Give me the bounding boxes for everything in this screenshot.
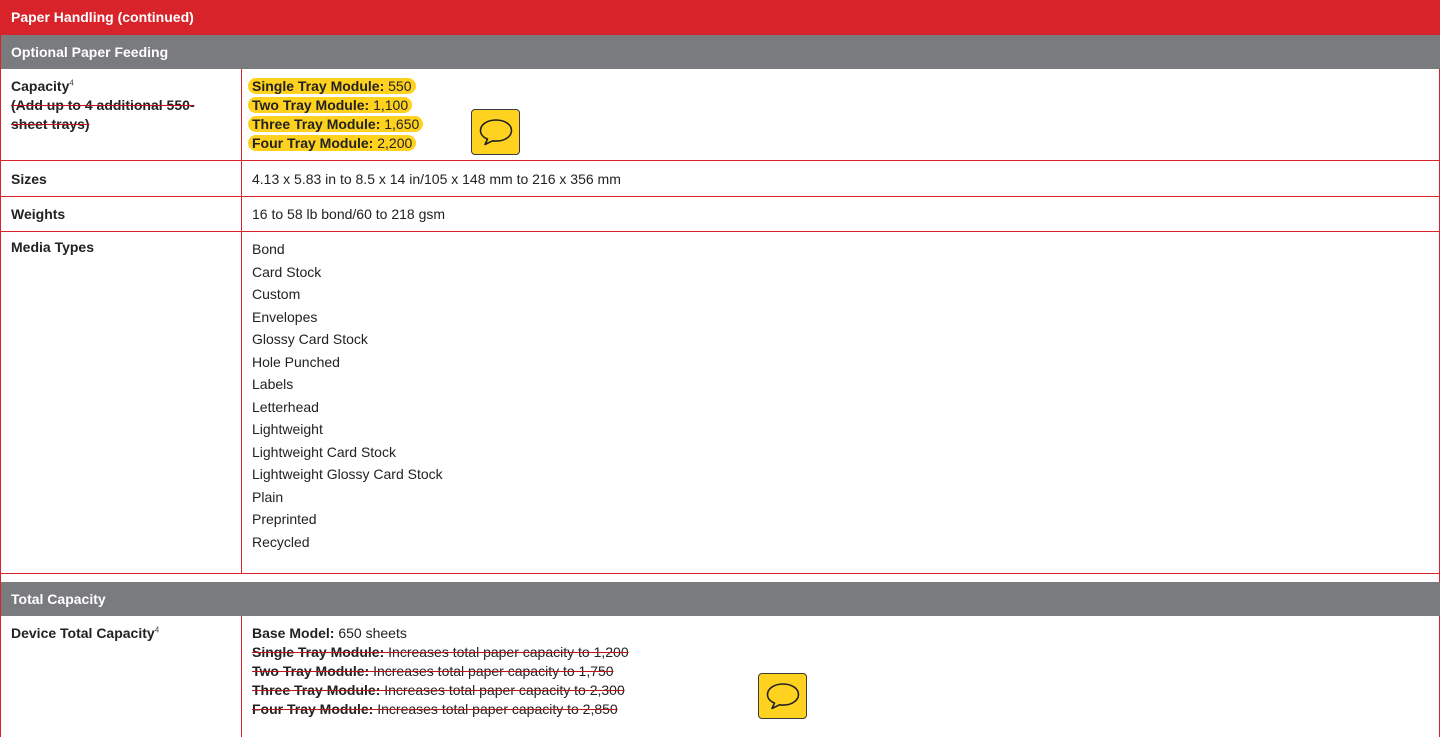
device-total-item: Four Tray Module: Increases total paper … bbox=[252, 701, 618, 717]
media-type-item: Envelopes bbox=[252, 308, 318, 325]
capacity-item: Two Tray Module: 1,100 bbox=[248, 96, 1431, 115]
capacity-row: Capacity4 (Add up to 4 additional 550-sh… bbox=[1, 69, 1440, 161]
comment-icon bbox=[479, 119, 513, 146]
comment-annotation[interactable] bbox=[758, 673, 807, 719]
device-total-row: Device Total Capacity4 Base Model: 650 s… bbox=[1, 616, 1440, 737]
sizes-label: Sizes bbox=[11, 171, 47, 187]
section-header-title: Paper Handling (continued) bbox=[11, 9, 194, 25]
capacity-values: Single Tray Module: 550 Two Tray Module:… bbox=[248, 77, 1431, 153]
footnote-marker: 4 bbox=[154, 625, 160, 635]
device-total-label: Device Total Capacity4 bbox=[11, 624, 221, 643]
device-total-item: Single Tray Module: Increases total pape… bbox=[252, 644, 629, 660]
capacity-note: (Add up to 4 additional 550-sheet trays) bbox=[11, 97, 195, 132]
sizes-value: 4.13 x 5.83 in to 8.5 x 14 in/105 x 148 … bbox=[252, 171, 621, 187]
capacity-label-text: Capacity bbox=[11, 78, 70, 94]
device-total-label-text: Device Total Capacity bbox=[11, 625, 155, 641]
weights-value: 16 to 58 lb bond/60 to 218 gsm bbox=[252, 206, 446, 222]
subsection-header: Optional Paper Feeding bbox=[1, 35, 1440, 69]
comment-icon bbox=[766, 683, 800, 710]
media-type-item: Plain bbox=[252, 488, 284, 505]
media-types-list: Bond Card Stock Custom Envelopes Glossy … bbox=[252, 238, 1431, 553]
footnote-marker: 4 bbox=[69, 78, 74, 88]
media-type-item: Lightweight Glossy Card Stock bbox=[252, 466, 443, 482]
base-model-line: Base Model: 650 sheets bbox=[252, 625, 407, 641]
media-type-item: Lightweight bbox=[252, 421, 323, 437]
weights-row: Weights 16 to 58 lb bond/60 to 218 gsm bbox=[1, 197, 1440, 232]
media-type-item: Bond bbox=[252, 241, 285, 257]
subsection-header: Total Capacity bbox=[1, 582, 1440, 616]
capacity-item: Four Tray Module: 2,200 bbox=[248, 134, 1431, 153]
device-total-item: Three Tray Module: Increases total paper… bbox=[252, 682, 625, 698]
subsection-title: Total Capacity bbox=[11, 591, 106, 607]
media-type-item: Lightweight Card Stock bbox=[252, 443, 396, 460]
weights-label: Weights bbox=[11, 206, 66, 222]
media-type-item: Custom bbox=[252, 286, 301, 302]
comment-annotation[interactable] bbox=[471, 109, 520, 155]
subsection-title: Optional Paper Feeding bbox=[11, 44, 169, 60]
device-total-item: Two Tray Module: Increases total paper c… bbox=[252, 663, 614, 679]
media-type-item: Card Stock bbox=[252, 263, 322, 280]
device-total-values: Base Model: 650 sheets Single Tray Modul… bbox=[252, 624, 1431, 719]
spec-sheet: Paper Handling (continued) Optional Pape… bbox=[0, 0, 1440, 737]
capacity-label: Capacity4 (Add up to 4 additional 550-sh… bbox=[11, 77, 221, 134]
media-types-row: Media Types Bond Card Stock Custom Envel… bbox=[1, 232, 1440, 574]
capacity-item: Single Tray Module: 550 bbox=[248, 77, 1431, 96]
capacity-item: Three Tray Module: 1,650 bbox=[248, 115, 1431, 134]
media-types-label: Media Types bbox=[11, 239, 94, 255]
media-type-item: Labels bbox=[252, 376, 294, 392]
media-type-item: Recycled bbox=[252, 533, 310, 550]
media-type-item: Hole Punched bbox=[252, 353, 340, 370]
media-type-item: Preprinted bbox=[252, 511, 317, 527]
sizes-row: Sizes 4.13 x 5.83 in to 8.5 x 14 in/105 … bbox=[1, 161, 1440, 197]
media-type-item: Glossy Card Stock bbox=[252, 331, 368, 347]
media-type-item: Letterhead bbox=[252, 398, 319, 415]
section-header: Paper Handling (continued) bbox=[1, 0, 1440, 35]
